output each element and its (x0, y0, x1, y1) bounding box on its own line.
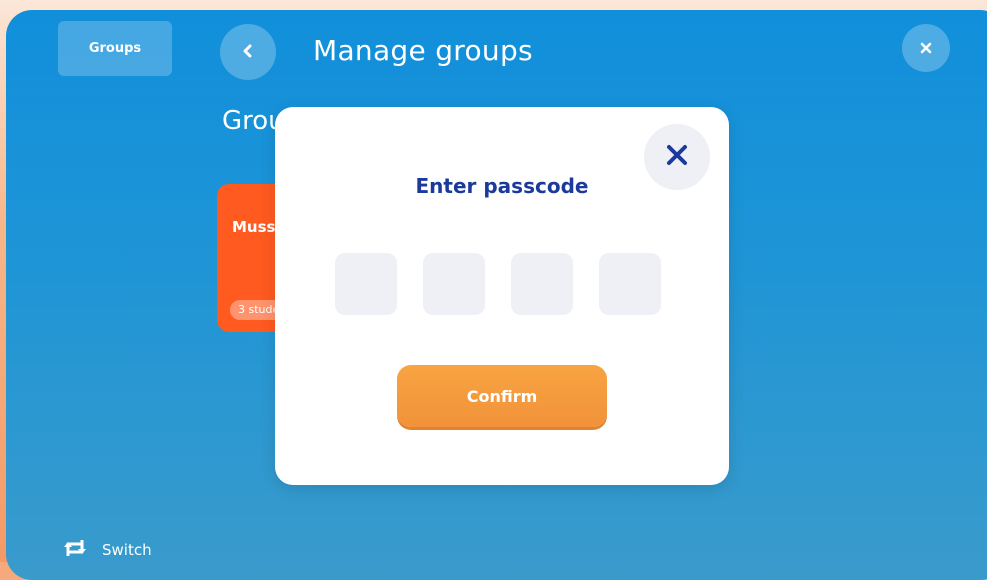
close-icon (920, 39, 932, 58)
chevron-left-icon (241, 43, 255, 62)
passcode-digit-3[interactable] (511, 253, 573, 315)
back-button[interactable] (220, 24, 276, 80)
passcode-digit-1[interactable] (335, 253, 397, 315)
page-title: Manage groups (313, 34, 533, 67)
groups-tab-label: Groups (88, 41, 142, 56)
passcode-modal: Enter passcode Confirm (275, 107, 729, 485)
passcode-inputs (335, 253, 661, 315)
switch-label: Switch (102, 541, 152, 559)
passcode-digit-2[interactable] (423, 253, 485, 315)
close-icon (666, 144, 688, 170)
switch-arrows-icon (62, 536, 88, 564)
groups-tab[interactable]: Groups (58, 21, 172, 76)
switch-button[interactable]: Switch (62, 536, 152, 564)
confirm-button[interactable]: Confirm (397, 365, 607, 427)
close-app-button[interactable] (902, 24, 950, 72)
group-card-name: Mussi (232, 218, 281, 236)
passcode-title: Enter passcode (415, 174, 589, 198)
passcode-digit-4[interactable] (599, 253, 661, 315)
